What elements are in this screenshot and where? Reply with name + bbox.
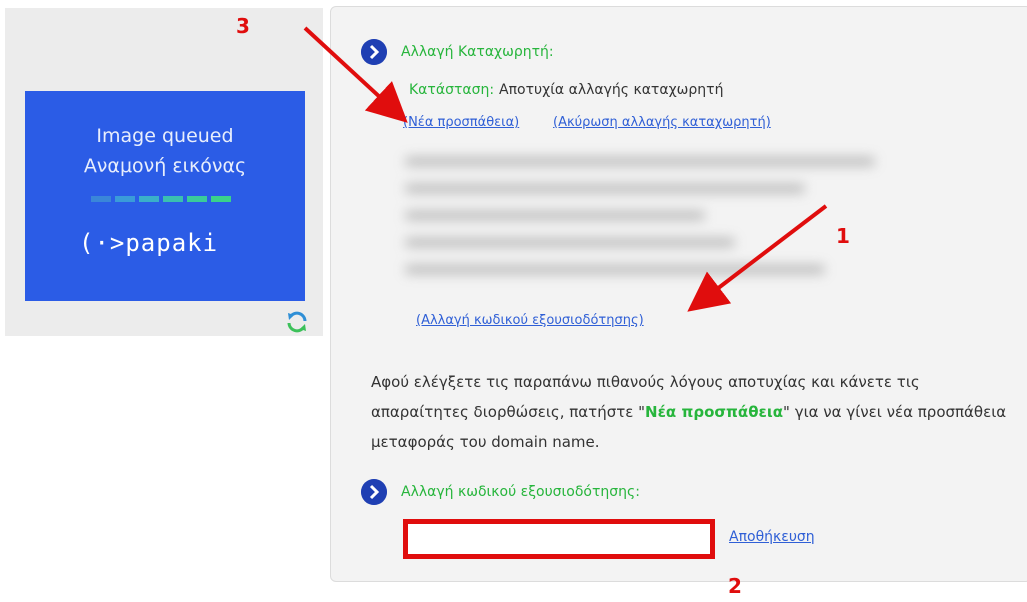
annotation-3: 3 <box>236 14 250 38</box>
annotation-2: 2 <box>728 574 742 598</box>
annotation-arrows <box>303 26 828 312</box>
arrow-1 <box>687 204 828 312</box>
arrow-3 <box>303 26 408 123</box>
annotation-1: 1 <box>836 224 850 248</box>
